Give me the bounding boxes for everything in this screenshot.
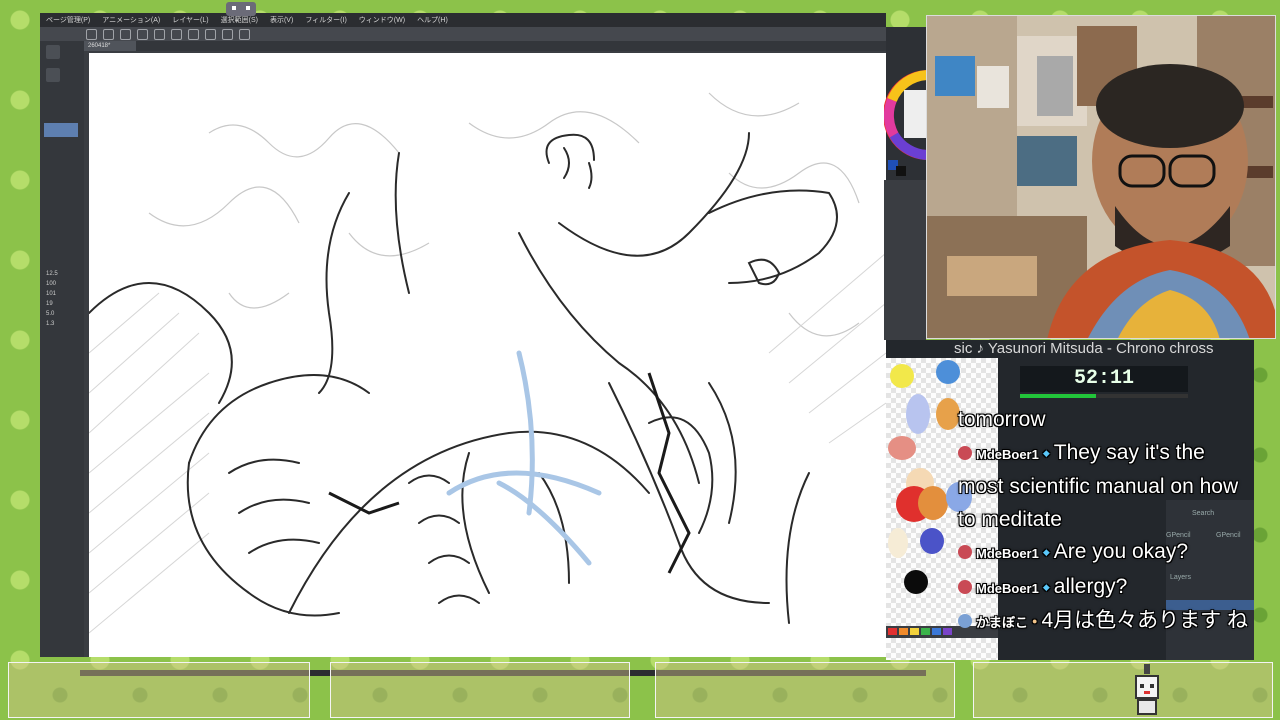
ruler-icon[interactable] <box>239 28 250 40</box>
timer-progress-fill <box>1020 394 1096 398</box>
chat-username: MdeBoer1 <box>976 580 1039 596</box>
chat-username: MdeBoer1 <box>976 546 1039 561</box>
bottom-frame-strip <box>0 660 1280 720</box>
new-icon[interactable] <box>86 28 97 40</box>
transform-icon[interactable] <box>188 28 199 40</box>
avatar <box>958 545 972 560</box>
chat-badge-icon: ◆ <box>1042 581 1050 592</box>
canvas-tab[interactable]: 260418* <box>84 41 136 51</box>
palette-chip[interactable] <box>921 628 930 635</box>
menu-view[interactable]: 表示(V) <box>270 15 293 25</box>
angle-value[interactable]: 1.3 <box>46 321 84 327</box>
clear-icon[interactable] <box>171 28 182 40</box>
chat-message-text: allergy? <box>1053 574 1128 598</box>
chat-message: MdeBoer1 ◆ allergy? <box>958 571 1248 606</box>
palette-chip[interactable] <box>932 628 941 635</box>
chat-badge-icon: ◆ <box>1042 447 1050 458</box>
chat-username: MdeBoer1 <box>976 446 1039 462</box>
chat-message: MdeBoer1 ◆ Are you okay? <box>958 536 1248 571</box>
crop-icon[interactable] <box>222 28 233 40</box>
density-value[interactable]: 101 <box>46 291 84 297</box>
chat-message: MdeBoer1 ◆ They say it's the most scientif… <box>958 437 1248 537</box>
palette-chip[interactable] <box>943 628 952 635</box>
command-bar <box>40 27 886 41</box>
eraser-tool-icon[interactable] <box>46 68 60 82</box>
avatar <box>958 445 972 460</box>
save-icon[interactable] <box>120 28 131 40</box>
drawing-app-window: ページ管理(P) アニメーション(A) レイヤー(L) 選択範囲(S) 表示(V… <box>40 13 926 676</box>
chat-message: tomorrow <box>958 404 1248 437</box>
canvas-tab-strip: 260418* <box>84 41 886 51</box>
decor-frame <box>8 662 310 718</box>
timer-progress-bar <box>1020 394 1188 398</box>
chat-username: かまぼこ <box>976 615 1029 630</box>
palette-swatch[interactable] <box>888 436 916 460</box>
sketch-artwork <box>89 92 886 634</box>
palette-chip[interactable] <box>888 628 897 635</box>
decor-frame <box>973 662 1273 718</box>
palette-swatch[interactable] <box>906 394 930 434</box>
now-playing-text: sic ♪ Yasunori Mitsuda - Chrono chross <box>954 340 1214 357</box>
palette-swatch[interactable] <box>936 360 960 384</box>
redo-icon[interactable] <box>154 28 165 40</box>
color-wheel[interactable] <box>884 60 926 176</box>
menu-animation[interactable]: アニメーション(A) <box>102 15 160 25</box>
menu-window[interactable]: ウィンドウ(W) <box>359 15 405 25</box>
decor-frame <box>655 662 955 718</box>
palette-swatch[interactable] <box>920 528 944 554</box>
now-playing-ticker: sic ♪ Yasunori Mitsuda - Chrono chross <box>886 340 1254 358</box>
fill-icon[interactable] <box>205 28 216 40</box>
palette-swatch[interactable] <box>888 528 908 558</box>
palette-swatch[interactable] <box>918 486 948 520</box>
webcam-feed <box>926 15 1276 339</box>
pen-tool-icon[interactable] <box>46 45 60 59</box>
chat-message-text: Are you okay? <box>1053 540 1189 563</box>
menu-bar: ページ管理(P) アニメーション(A) レイヤー(L) 選択範囲(S) 表示(V… <box>40 13 886 27</box>
spacing-value[interactable]: 5.0 <box>46 311 84 317</box>
menu-layer[interactable]: レイヤー(L) <box>172 15 208 25</box>
undo-icon[interactable] <box>137 28 148 40</box>
chat-message: かまぼこ ● 4月は色々あります ね <box>958 605 1248 640</box>
palette-swatch[interactable] <box>904 570 928 594</box>
stream-overlay: sic ♪ Yasunori Mitsuda - Chrono chross 5… <box>886 340 1254 660</box>
menu-filter[interactable]: フィルター(I) <box>305 15 346 25</box>
chat-message-text: 4月は色々あります ね <box>1041 609 1248 632</box>
navigator-panel <box>884 180 926 340</box>
open-icon[interactable] <box>103 28 114 40</box>
pixel-character-top-icon <box>226 2 256 16</box>
avatar <box>958 614 972 629</box>
chat-box: tomorrow MdeBoer1 ◆ They say it's the most… <box>958 404 1248 640</box>
chat-message-text: tomorrow <box>958 408 1046 431</box>
palette-chip[interactable] <box>910 628 919 635</box>
palette-swatch[interactable] <box>936 398 960 430</box>
pixel-character-icon <box>1135 664 1159 715</box>
chat-badge-icon: ● <box>1032 616 1038 627</box>
stabilizer-value[interactable]: 19 <box>46 301 84 307</box>
decor-frame <box>330 662 630 718</box>
drawing-canvas[interactable] <box>89 53 886 657</box>
stream-timer: 52:11 <box>1020 366 1188 392</box>
brush-size-value[interactable]: 12.5 <box>46 271 84 277</box>
palette-chip[interactable] <box>899 628 908 635</box>
opacity-value[interactable]: 100 <box>46 281 84 287</box>
menu-help[interactable]: ヘルプ(H) <box>417 15 448 25</box>
palette-swatch[interactable] <box>890 364 914 388</box>
chat-badge-icon: ◆ <box>1042 547 1050 558</box>
menu-page[interactable]: ページ管理(P) <box>46 15 90 25</box>
avatar <box>958 579 972 594</box>
tool-property-panel: 12.5 100 101 19 5.0 1.3 <box>40 41 84 657</box>
active-tool-swatch[interactable] <box>44 123 78 137</box>
